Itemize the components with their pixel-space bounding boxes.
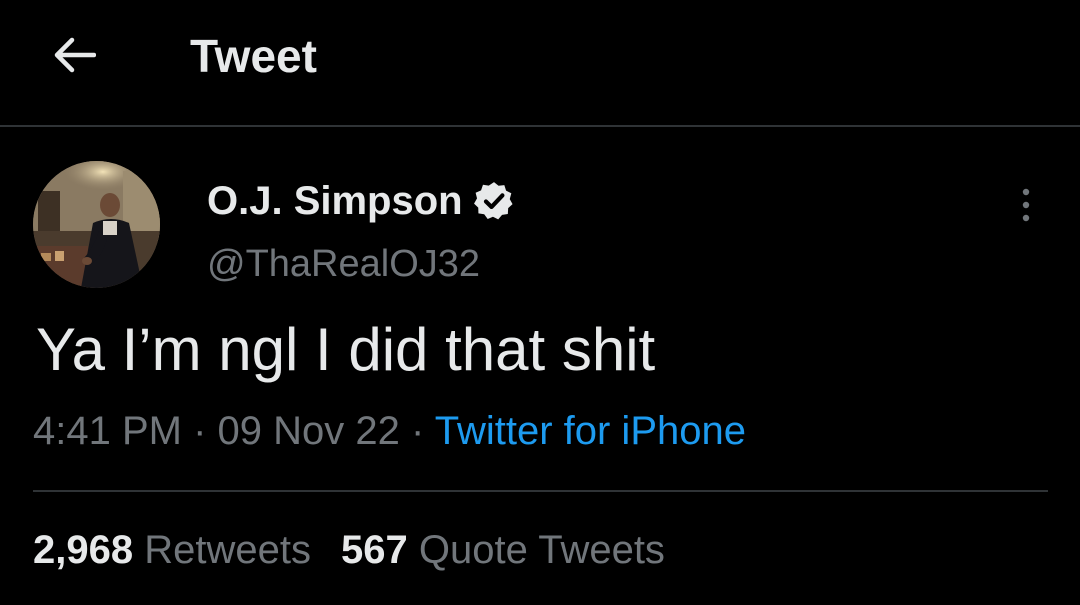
author-handle[interactable]: @ThaRealOJ32 — [207, 240, 480, 288]
quote-tweets-label: Quote Tweets — [418, 528, 665, 572]
avatar[interactable] — [33, 161, 160, 288]
verified-badge-icon — [473, 182, 513, 220]
tweet-source-link[interactable]: Twitter for iPhone — [435, 409, 746, 453]
quote-tweets-count: 567 — [340, 528, 408, 572]
tweet-date[interactable]: 09 Nov 22 — [218, 409, 400, 453]
retweets-stat[interactable]: 2,968 Retweets — [33, 528, 311, 572]
retweets-count: 2,968 — [33, 528, 134, 572]
meta-separator: · — [193, 409, 207, 453]
top-app-bar: Tweet — [0, 0, 1080, 127]
author-name-link[interactable]: O.J. Simpson — [207, 176, 515, 226]
divider — [33, 490, 1048, 492]
avatar-photo — [33, 161, 160, 288]
arrow-left-icon — [54, 37, 96, 73]
more-vertical-icon — [1022, 188, 1030, 222]
tweet-stats: 2,968 Retweets 567 Quote Tweets — [33, 524, 665, 576]
tweet-meta: 4:41 PM · 09 Nov 22 · Twitter for iPhone — [33, 405, 746, 457]
tweet-time[interactable]: 4:41 PM — [33, 409, 182, 453]
page-title: Tweet — [190, 30, 317, 82]
tweet-text: Ya I’m ngl I did that shit — [36, 316, 656, 383]
meta-separator: · — [411, 409, 425, 453]
back-button[interactable] — [46, 30, 102, 80]
author-name: O.J. Simpson — [207, 179, 463, 223]
quote-tweets-stat[interactable]: 567 Quote Tweets — [341, 528, 665, 572]
more-options-button[interactable] — [1006, 180, 1046, 230]
retweets-label: Retweets — [144, 528, 311, 572]
